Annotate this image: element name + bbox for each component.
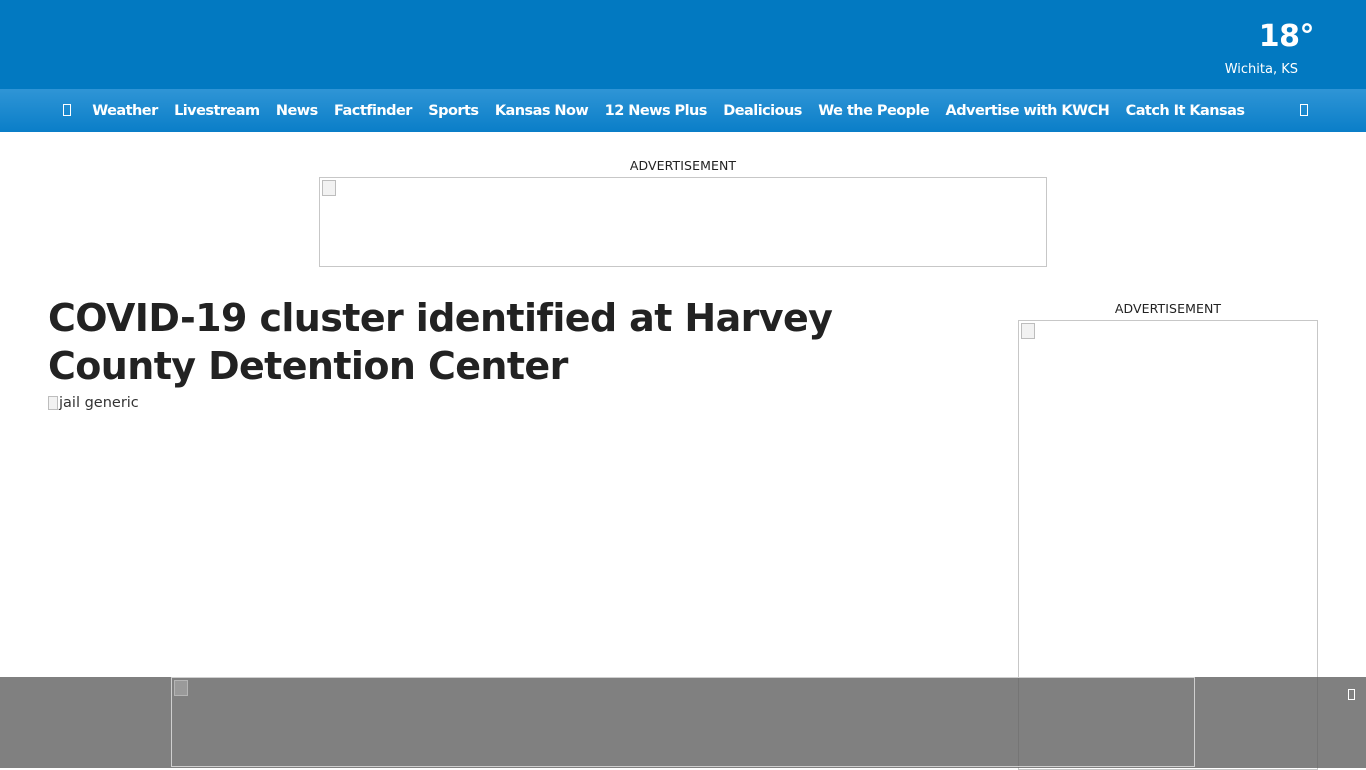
weather-location: Wichita, KS	[1224, 62, 1298, 77]
nav-item-catch-it-kansas[interactable]: Catch It Kansas	[1117, 103, 1252, 119]
nav-item-kansas-now[interactable]: Kansas Now	[487, 103, 597, 119]
main-nav: Weather Livestream News Factfinder Sport…	[0, 89, 1366, 132]
broken-image-icon	[174, 680, 188, 696]
nav-item-sports[interactable]: Sports	[420, 103, 487, 119]
broken-image-icon	[1021, 323, 1035, 339]
hamburger-menu-icon[interactable]	[58, 101, 76, 119]
broken-image-icon	[322, 180, 336, 196]
article-headline: COVID-19 cluster identified at Harvey Co…	[48, 296, 833, 388]
nav-item-dealicious[interactable]: Dealicious	[715, 103, 810, 119]
nav-item-livestream[interactable]: Livestream	[166, 103, 268, 119]
nav-item-we-the-people[interactable]: We the People	[810, 103, 937, 119]
ad-label-side: ADVERTISEMENT	[1114, 301, 1222, 316]
sticky-bottom-ad	[0, 677, 1366, 768]
top-banner-ad[interactable]	[319, 177, 1047, 267]
site-header: 18° Wichita, KS	[0, 0, 1366, 89]
nav-items: Weather Livestream News Factfinder Sport…	[84, 89, 1253, 132]
nav-item-12-news-plus[interactable]: 12 News Plus	[596, 103, 715, 119]
broken-image-icon	[48, 396, 58, 410]
nav-item-advertise[interactable]: Advertise with KWCH	[937, 103, 1117, 119]
ad-label-top: ADVERTISEMENT	[629, 158, 737, 173]
sticky-ad-frame[interactable]	[171, 677, 1195, 767]
nav-item-news[interactable]: News	[268, 103, 326, 119]
nav-item-factfinder[interactable]: Factfinder	[326, 103, 420, 119]
nav-item-weather[interactable]: Weather	[84, 103, 166, 119]
weather-temperature: 18°	[1258, 19, 1315, 54]
article-image: jail generic	[48, 395, 139, 411]
search-icon[interactable]	[1295, 101, 1313, 119]
article-image-alt-text: jail generic	[59, 395, 139, 411]
close-icon[interactable]	[1344, 686, 1358, 702]
weather-widget[interactable]: 18° Wichita, KS	[1194, 18, 1315, 77]
